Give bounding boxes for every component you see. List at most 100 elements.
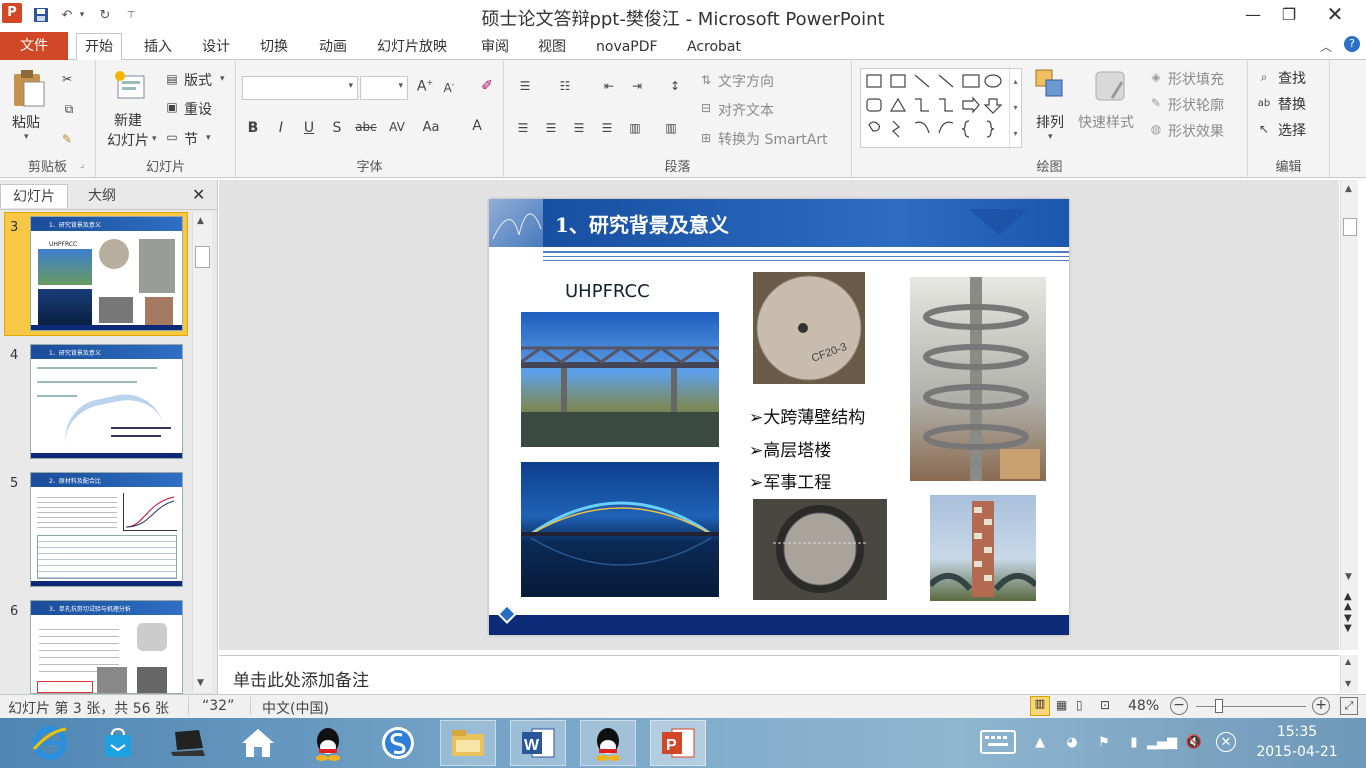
theme-name[interactable]: “32”: [202, 698, 234, 714]
tower-photo[interactable]: [927, 495, 1039, 601]
arrange-dropdown-icon[interactable]: ▾: [1048, 132, 1053, 142]
shapes-scroll-icon[interactable]: ▴ ▾ ▾: [1009, 69, 1021, 147]
quick-styles-icon[interactable]: [1092, 68, 1128, 104]
layout-dropdown-icon[interactable]: ▾: [220, 74, 225, 84]
quick-styles-button[interactable]: 快速样式: [1078, 112, 1134, 132]
font-size-dropdown-icon[interactable]: ▾: [398, 81, 403, 91]
tab-file[interactable]: 文件: [0, 32, 68, 60]
shape-fill-icon[interactable]: ◈: [1148, 70, 1164, 84]
battery-icon[interactable]: ▮: [1124, 732, 1144, 752]
paste-icon[interactable]: [10, 68, 46, 108]
paste-button[interactable]: 粘贴: [12, 112, 40, 132]
notes-placeholder[interactable]: 单击此处添加备注: [233, 666, 369, 691]
slide[interactable]: 1、研究背景及意义 UHPFRCC CF20-3 ➢大跨薄壁结构 ➢高层塔楼 ➢…: [489, 199, 1069, 635]
font-color-button[interactable]: A: [466, 118, 488, 134]
align-center-icon[interactable]: ☰: [540, 120, 562, 136]
concrete-specimen-photo[interactable]: CF20-3: [753, 272, 865, 384]
select-button[interactable]: 选择: [1278, 120, 1306, 140]
columns-icon[interactable]: ▥: [660, 120, 682, 136]
replace-button[interactable]: 替换: [1278, 94, 1306, 114]
home-icon[interactable]: [230, 720, 286, 766]
notifications-icon[interactable]: ✕: [1216, 732, 1236, 752]
undo-icon[interactable]: ↶: [56, 4, 78, 26]
justify-icon[interactable]: ☰: [596, 120, 618, 136]
clear-format-icon[interactable]: ✐: [476, 78, 498, 94]
numbering-icon[interactable]: ☷: [552, 78, 578, 94]
tab-review[interactable]: 审阅: [473, 36, 517, 60]
char-spacing-button[interactable]: AV: [384, 120, 410, 134]
collapse-ribbon-icon[interactable]: ︿: [1320, 38, 1332, 55]
flag-icon[interactable]: ⚑: [1094, 732, 1114, 752]
bullet-item[interactable]: ➢高层塔楼: [749, 436, 831, 461]
reading-view-icon[interactable]: ▯: [1076, 698, 1083, 712]
change-case-button[interactable]: Aa: [418, 120, 444, 135]
distributed-icon[interactable]: ▥: [624, 120, 646, 136]
uhpfrcc-label[interactable]: UHPFRCC: [565, 281, 650, 302]
smartart-icon[interactable]: ⊞: [698, 130, 714, 146]
tab-home[interactable]: 开始: [76, 33, 122, 61]
scroll-thumb[interactable]: [195, 246, 210, 268]
qq-icon[interactable]: [300, 720, 356, 766]
ie-icon[interactable]: [22, 720, 78, 766]
manhole-cover-photo[interactable]: [753, 499, 887, 600]
network-icon[interactable]: ▂▄▆: [1147, 732, 1177, 752]
font-name-combo[interactable]: ▾: [242, 76, 358, 100]
powerpoint-icon[interactable]: P: [650, 720, 706, 766]
fit-to-window-icon[interactable]: ⤢: [1340, 697, 1358, 715]
close-panel-icon[interactable]: ✕: [192, 185, 205, 204]
tab-slides[interactable]: 幻灯片: [0, 184, 68, 208]
laptop-icon[interactable]: [160, 720, 216, 766]
new-slide-label-1[interactable]: 新建: [100, 110, 156, 130]
notes-scrollbar[interactable]: ▲ ▼: [1340, 655, 1358, 693]
shrink-font-icon[interactable]: A-: [438, 80, 460, 95]
arrange-icon[interactable]: [1034, 68, 1066, 102]
shape-fill-button[interactable]: 形状填充: [1168, 69, 1224, 89]
shape-outline-button[interactable]: 形状轮廓: [1168, 95, 1224, 115]
volume-muted-icon[interactable]: 🔇: [1184, 732, 1204, 752]
slideshow-icon[interactable]: ⊡: [1100, 698, 1110, 712]
find-icon[interactable]: ⌕: [1256, 70, 1272, 84]
show-hidden-icons-icon[interactable]: ▲: [1030, 732, 1050, 752]
slide-title[interactable]: 1、研究背景及意义: [555, 209, 729, 238]
decrease-indent-icon[interactable]: ⇤: [596, 78, 622, 94]
grow-font-icon[interactable]: A+: [414, 78, 436, 95]
new-slide-dropdown-icon[interactable]: ▾: [152, 134, 157, 144]
customize-icon[interactable]: ⊤: [120, 4, 142, 26]
text-shadow-button[interactable]: S: [326, 120, 348, 136]
text-direction-icon[interactable]: ⇅: [698, 72, 714, 88]
copy-icon[interactable]: ⧉: [58, 100, 80, 118]
notes-pane[interactable]: 单击此处添加备注: [219, 655, 1339, 693]
shape-effects-button[interactable]: 形状效果: [1168, 121, 1224, 141]
section-icon[interactable]: ▭: [164, 130, 180, 144]
panel-scrollbar[interactable]: ▲ ▼: [192, 212, 212, 692]
scroll-up-icon[interactable]: ▲: [1345, 184, 1352, 194]
align-left-icon[interactable]: ☰: [512, 120, 534, 136]
tab-acrobat[interactable]: Acrobat: [679, 36, 749, 60]
replace-icon[interactable]: ab: [1256, 96, 1272, 110]
bullet-item[interactable]: ➢大跨薄壁结构: [749, 403, 865, 428]
zoom-out-icon[interactable]: −: [1170, 697, 1188, 715]
tab-novapdf[interactable]: novaPDF: [588, 36, 666, 60]
qq-icon[interactable]: [580, 720, 636, 766]
strikethrough-button[interactable]: abc: [352, 120, 380, 134]
layout-icon[interactable]: ▤: [164, 72, 180, 86]
section-dropdown-icon[interactable]: ▾: [206, 133, 211, 143]
slide-sorter-icon[interactable]: ▦: [1056, 698, 1067, 712]
clock-time[interactable]: 15:35: [1262, 724, 1332, 740]
word-icon[interactable]: W: [510, 720, 566, 766]
save-icon[interactable]: [30, 4, 52, 26]
dialog-launcher-icon[interactable]: ⌟: [80, 160, 84, 170]
redo-icon[interactable]: ↻: [94, 4, 116, 26]
zoom-slider-thumb[interactable]: [1215, 699, 1224, 713]
normal-view-icon[interactable]: ▥: [1030, 696, 1050, 716]
tab-outline[interactable]: 大纲: [76, 184, 128, 208]
reset-icon[interactable]: ▣: [164, 100, 180, 114]
format-painter-icon[interactable]: ✎: [58, 130, 76, 148]
tab-insert[interactable]: 插入: [136, 36, 180, 60]
restore-icon[interactable]: ❐: [1266, 0, 1312, 28]
tab-transitions[interactable]: 切换: [252, 36, 296, 60]
bold-button[interactable]: B: [242, 120, 264, 136]
zoom-slider-track[interactable]: [1196, 706, 1306, 707]
scroll-up-icon[interactable]: ▲: [197, 216, 204, 226]
clock-date[interactable]: 2015-04-21: [1252, 744, 1342, 760]
